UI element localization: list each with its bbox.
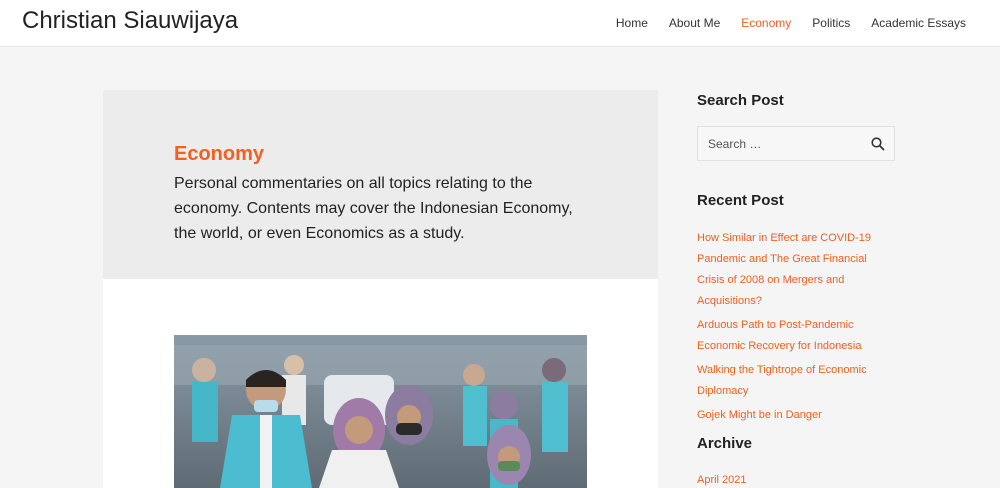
list-item: How Similar in Effect are COVID-19 Pande… <box>697 228 897 312</box>
recent-post-title: Recent Post <box>697 192 784 209</box>
archive-link[interactable]: April 2021 <box>697 474 747 486</box>
search-icon[interactable] <box>870 136 886 152</box>
main-nav: Home About Me Economy Politics Academic … <box>616 16 966 30</box>
site-header: Christian Siauwijaya Home About Me Econo… <box>0 0 1000 47</box>
archive-widget-title: Archive <box>697 435 753 452</box>
recent-post-link[interactable]: Arduous Path to Post-Pandemic Economic R… <box>697 319 861 352</box>
list-item: Arduous Path to Post-Pandemic Economic R… <box>697 315 897 357</box>
archive-list: April 2021 <box>697 470 747 488</box>
archive-description: Personal commentaries on all topics rela… <box>174 175 573 242</box>
search-input[interactable] <box>698 127 858 160</box>
recent-post-list: How Similar in Effect are COVID-19 Pande… <box>697 228 897 429</box>
archive-header: Economy Personal commentaries on all top… <box>103 90 658 279</box>
recent-post-link[interactable]: Gojek Might be in Danger <box>697 409 822 421</box>
nav-home[interactable]: Home <box>616 16 648 30</box>
archive-title: Economy <box>174 143 265 165</box>
nav-economy[interactable]: Economy <box>741 16 791 30</box>
featured-photo <box>174 335 587 488</box>
search-form <box>697 126 895 161</box>
list-item: Gojek Might be in Danger <box>697 405 897 426</box>
featured-image[interactable] <box>174 335 587 488</box>
list-item: Walking the Tightrope of Economic Diplom… <box>697 360 897 402</box>
site-title[interactable]: Christian Siauwijaya <box>22 7 238 35</box>
post-card <box>103 279 658 488</box>
recent-post-link[interactable]: Walking the Tightrope of Economic Diplom… <box>697 364 867 397</box>
nav-politics[interactable]: Politics <box>812 16 850 30</box>
search-widget-title: Search Post <box>697 92 784 109</box>
nav-academic-essays[interactable]: Academic Essays <box>871 16 966 30</box>
nav-about-me[interactable]: About Me <box>669 16 720 30</box>
list-item: April 2021 <box>697 470 747 488</box>
recent-post-link[interactable]: How Similar in Effect are COVID-19 Pande… <box>697 232 871 307</box>
